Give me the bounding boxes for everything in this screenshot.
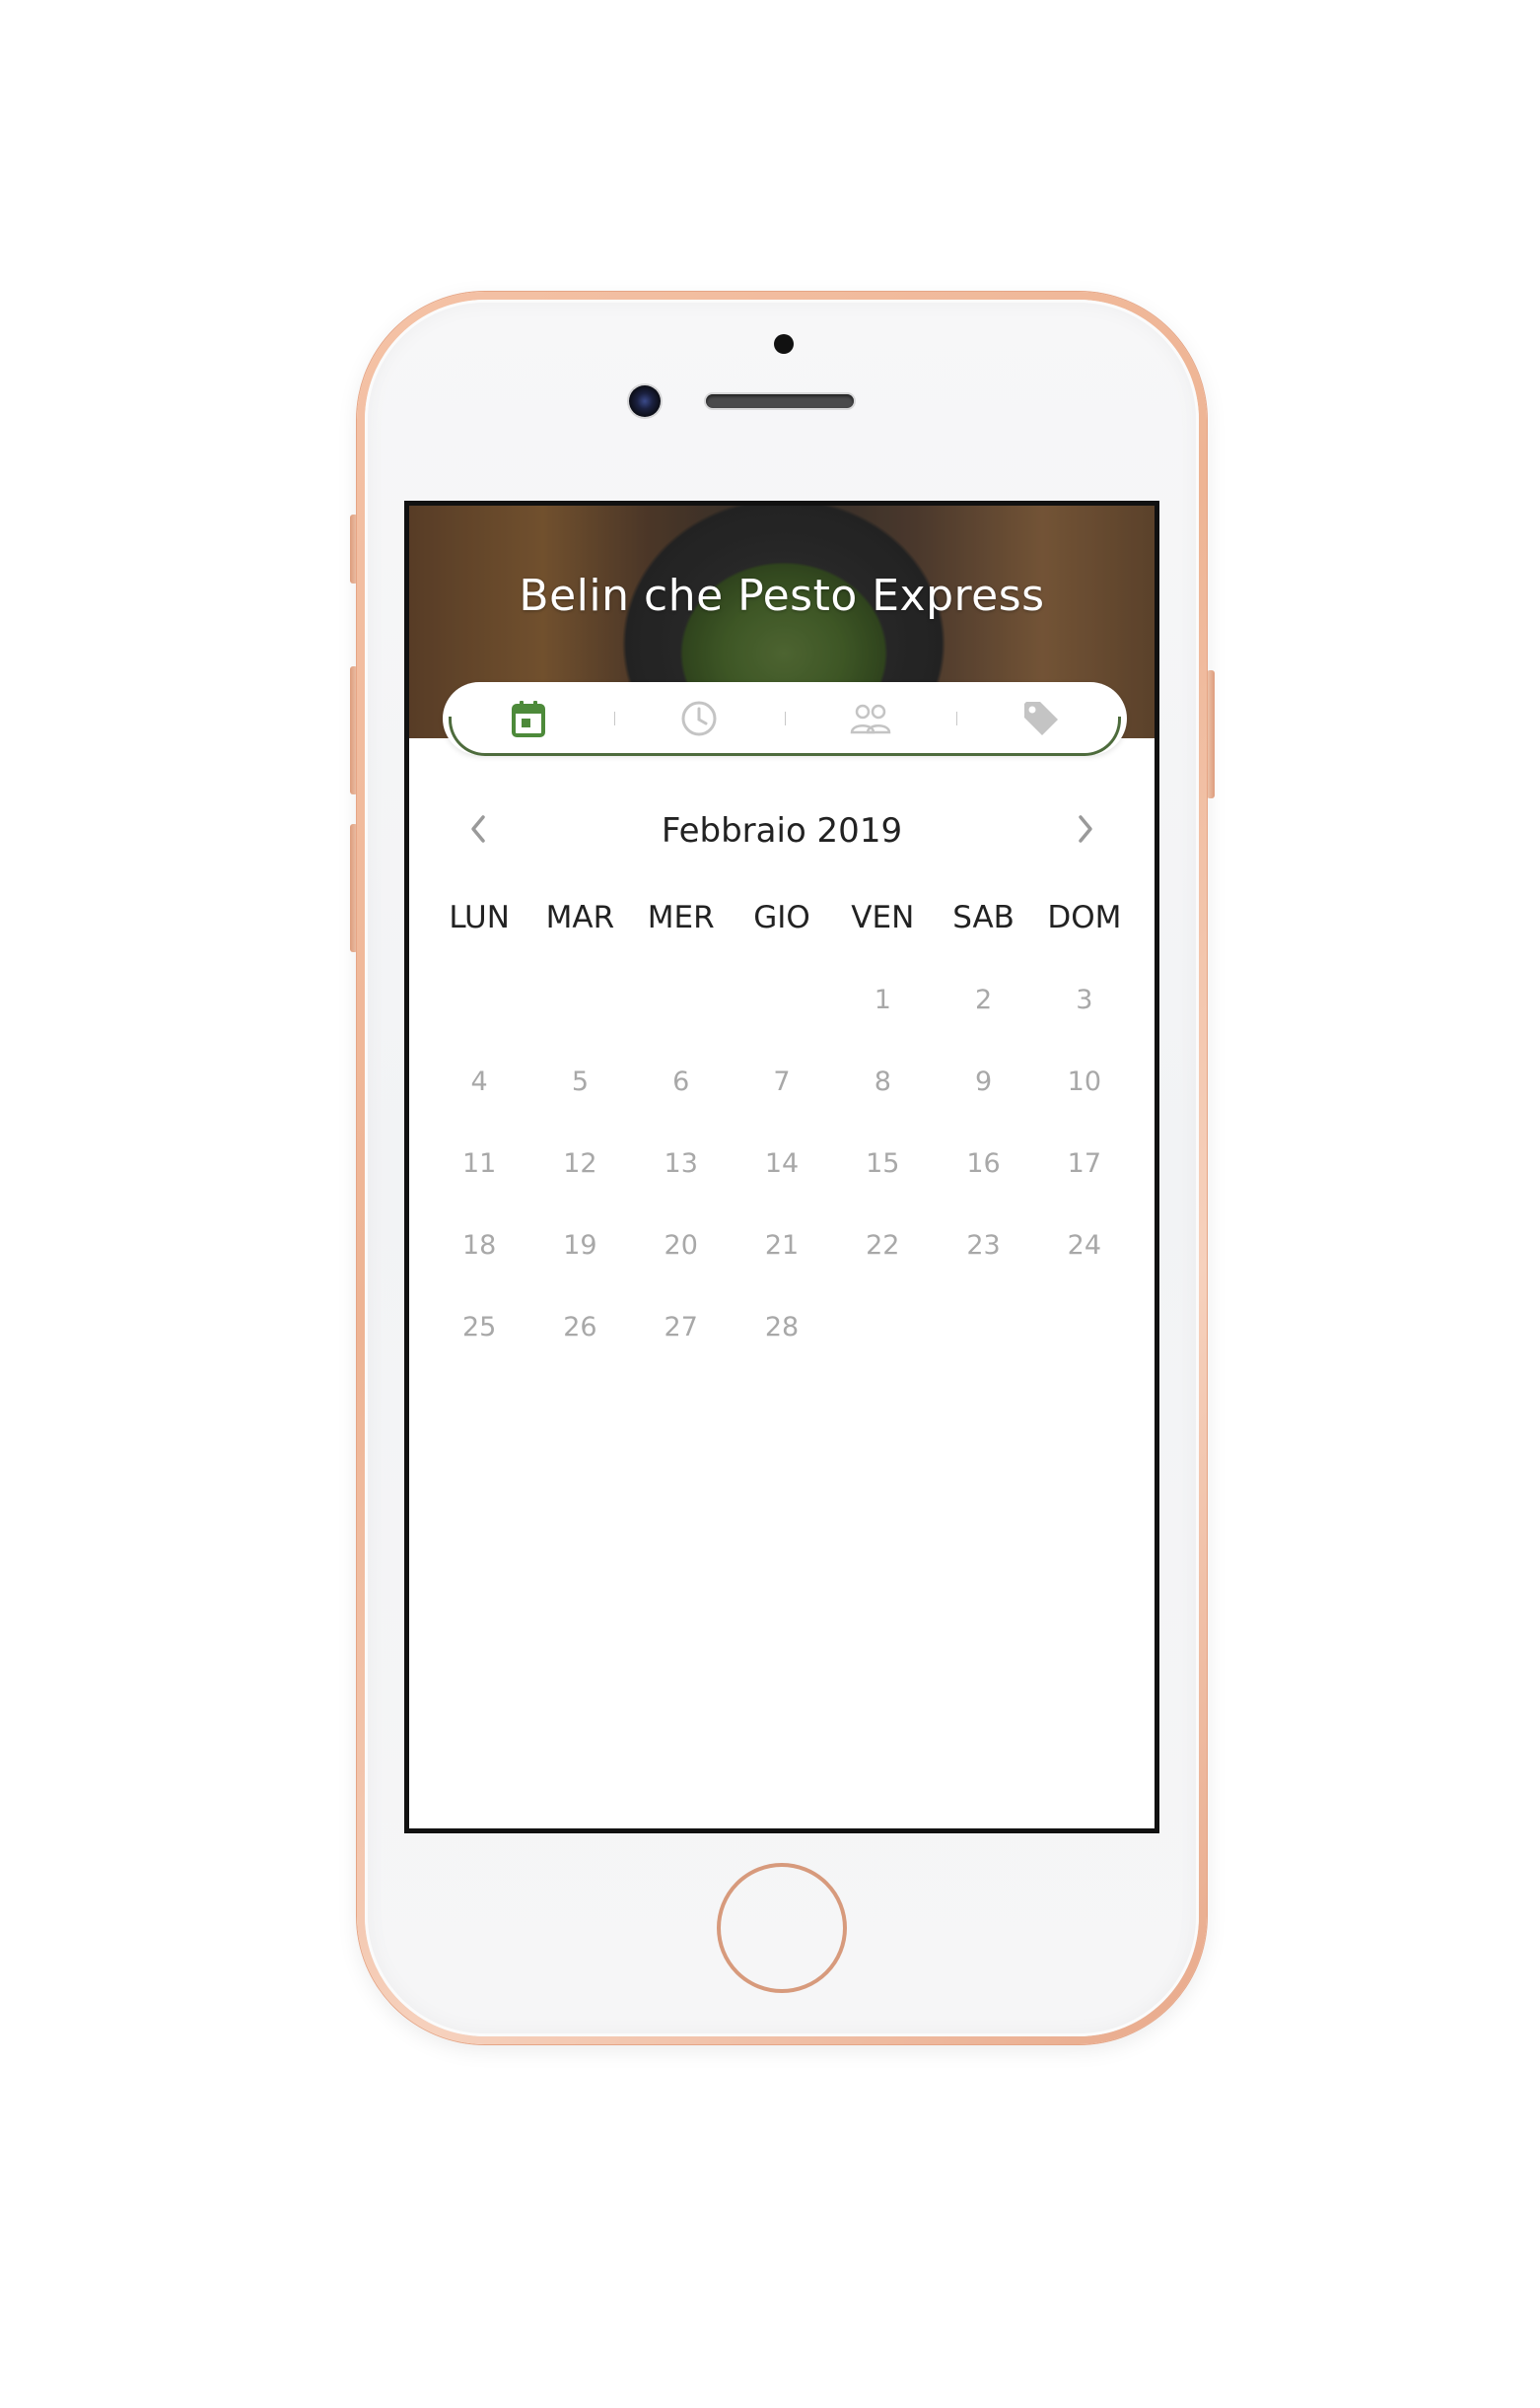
calendar-day-empty [732, 971, 832, 1030]
tab-people[interactable] [785, 682, 956, 755]
calendar-day[interactable]: 23 [933, 1216, 1033, 1275]
calendar-day-empty [529, 971, 630, 1030]
chevron-left-icon [468, 813, 488, 849]
app-title: Belin che Pesto Express [519, 571, 1045, 621]
calendar-day[interactable]: 8 [832, 1053, 933, 1112]
chevron-right-icon [1076, 813, 1095, 849]
calendar-day[interactable]: 1 [832, 971, 933, 1030]
month-label: Febbraio 2019 [661, 811, 903, 851]
weekday-label: MAR [545, 900, 615, 935]
calendar-day[interactable]: 28 [732, 1298, 832, 1357]
calendar-day[interactable]: 12 [529, 1135, 630, 1194]
tab-bar [443, 682, 1128, 756]
calendar-day[interactable]: 3 [1034, 971, 1135, 1030]
people-icon [849, 702, 892, 735]
calendar-day-empty [631, 971, 732, 1030]
days-grid: 1 2 3 4 5 6 7 8 9 10 11 12 13 14 15 16 17 18 19 20 21 22 23 24 2… [429, 971, 1135, 1380]
power-button [1207, 670, 1215, 798]
weekday-label: SAB [952, 900, 1015, 935]
previous-month-button[interactable] [449, 801, 508, 860]
calendar-day[interactable]: 25 [429, 1298, 529, 1357]
calendar-day-empty [429, 971, 529, 1030]
calendar-day[interactable]: 7 [732, 1053, 832, 1112]
earpiece-speaker [706, 394, 854, 408]
calendar-day[interactable]: 19 [529, 1216, 630, 1275]
clock-icon [679, 699, 719, 738]
front-camera [629, 385, 661, 417]
app-screen: Belin che Pesto Express Febbraio 2019 LU… [404, 501, 1159, 1833]
weekday-label: VEN [851, 900, 915, 935]
calendar-day[interactable]: 26 [529, 1298, 630, 1357]
proximity-sensor [774, 334, 794, 354]
weekday-label: LUN [449, 900, 510, 935]
calendar-icon [511, 699, 546, 738]
weekday-label: DOM [1047, 900, 1122, 935]
calendar-day[interactable]: 4 [429, 1053, 529, 1112]
calendar-day[interactable]: 13 [631, 1135, 732, 1194]
calendar-day[interactable]: 2 [933, 971, 1033, 1030]
weekday-row: LUN MAR MER GIO VEN SAB DOM [429, 895, 1135, 940]
calendar-day[interactable]: 14 [732, 1135, 832, 1194]
next-month-button[interactable] [1056, 801, 1115, 860]
calendar-day[interactable]: 11 [429, 1135, 529, 1194]
calendar-day[interactable]: 10 [1034, 1053, 1135, 1112]
tag-icon [1020, 698, 1062, 739]
calendar-day[interactable]: 5 [529, 1053, 630, 1112]
tab-calendar[interactable] [443, 682, 614, 755]
tab-hours[interactable] [613, 682, 786, 755]
device-mockup: Belin che Pesto Express Febbraio 2019 LU… [0, 0, 1540, 2408]
calendar-day[interactable]: 15 [832, 1135, 933, 1194]
weekday-label: GIO [753, 900, 810, 935]
calendar-day[interactable]: 17 [1034, 1135, 1135, 1194]
tab-offers[interactable] [955, 682, 1128, 755]
calendar-day[interactable]: 20 [631, 1216, 732, 1275]
calendar-day[interactable]: 27 [631, 1298, 732, 1357]
home-button[interactable] [717, 1863, 847, 1993]
calendar-day[interactable]: 9 [933, 1053, 1033, 1112]
calendar-day[interactable]: 22 [832, 1216, 933, 1275]
calendar-day[interactable]: 24 [1034, 1216, 1135, 1275]
calendar-day[interactable]: 21 [732, 1216, 832, 1275]
calendar-day[interactable]: 16 [933, 1135, 1033, 1194]
weekday-label: MER [647, 900, 715, 935]
calendar-header: Febbraio 2019 [409, 801, 1155, 860]
calendar-day[interactable]: 18 [429, 1216, 529, 1275]
calendar-day[interactable]: 6 [631, 1053, 732, 1112]
